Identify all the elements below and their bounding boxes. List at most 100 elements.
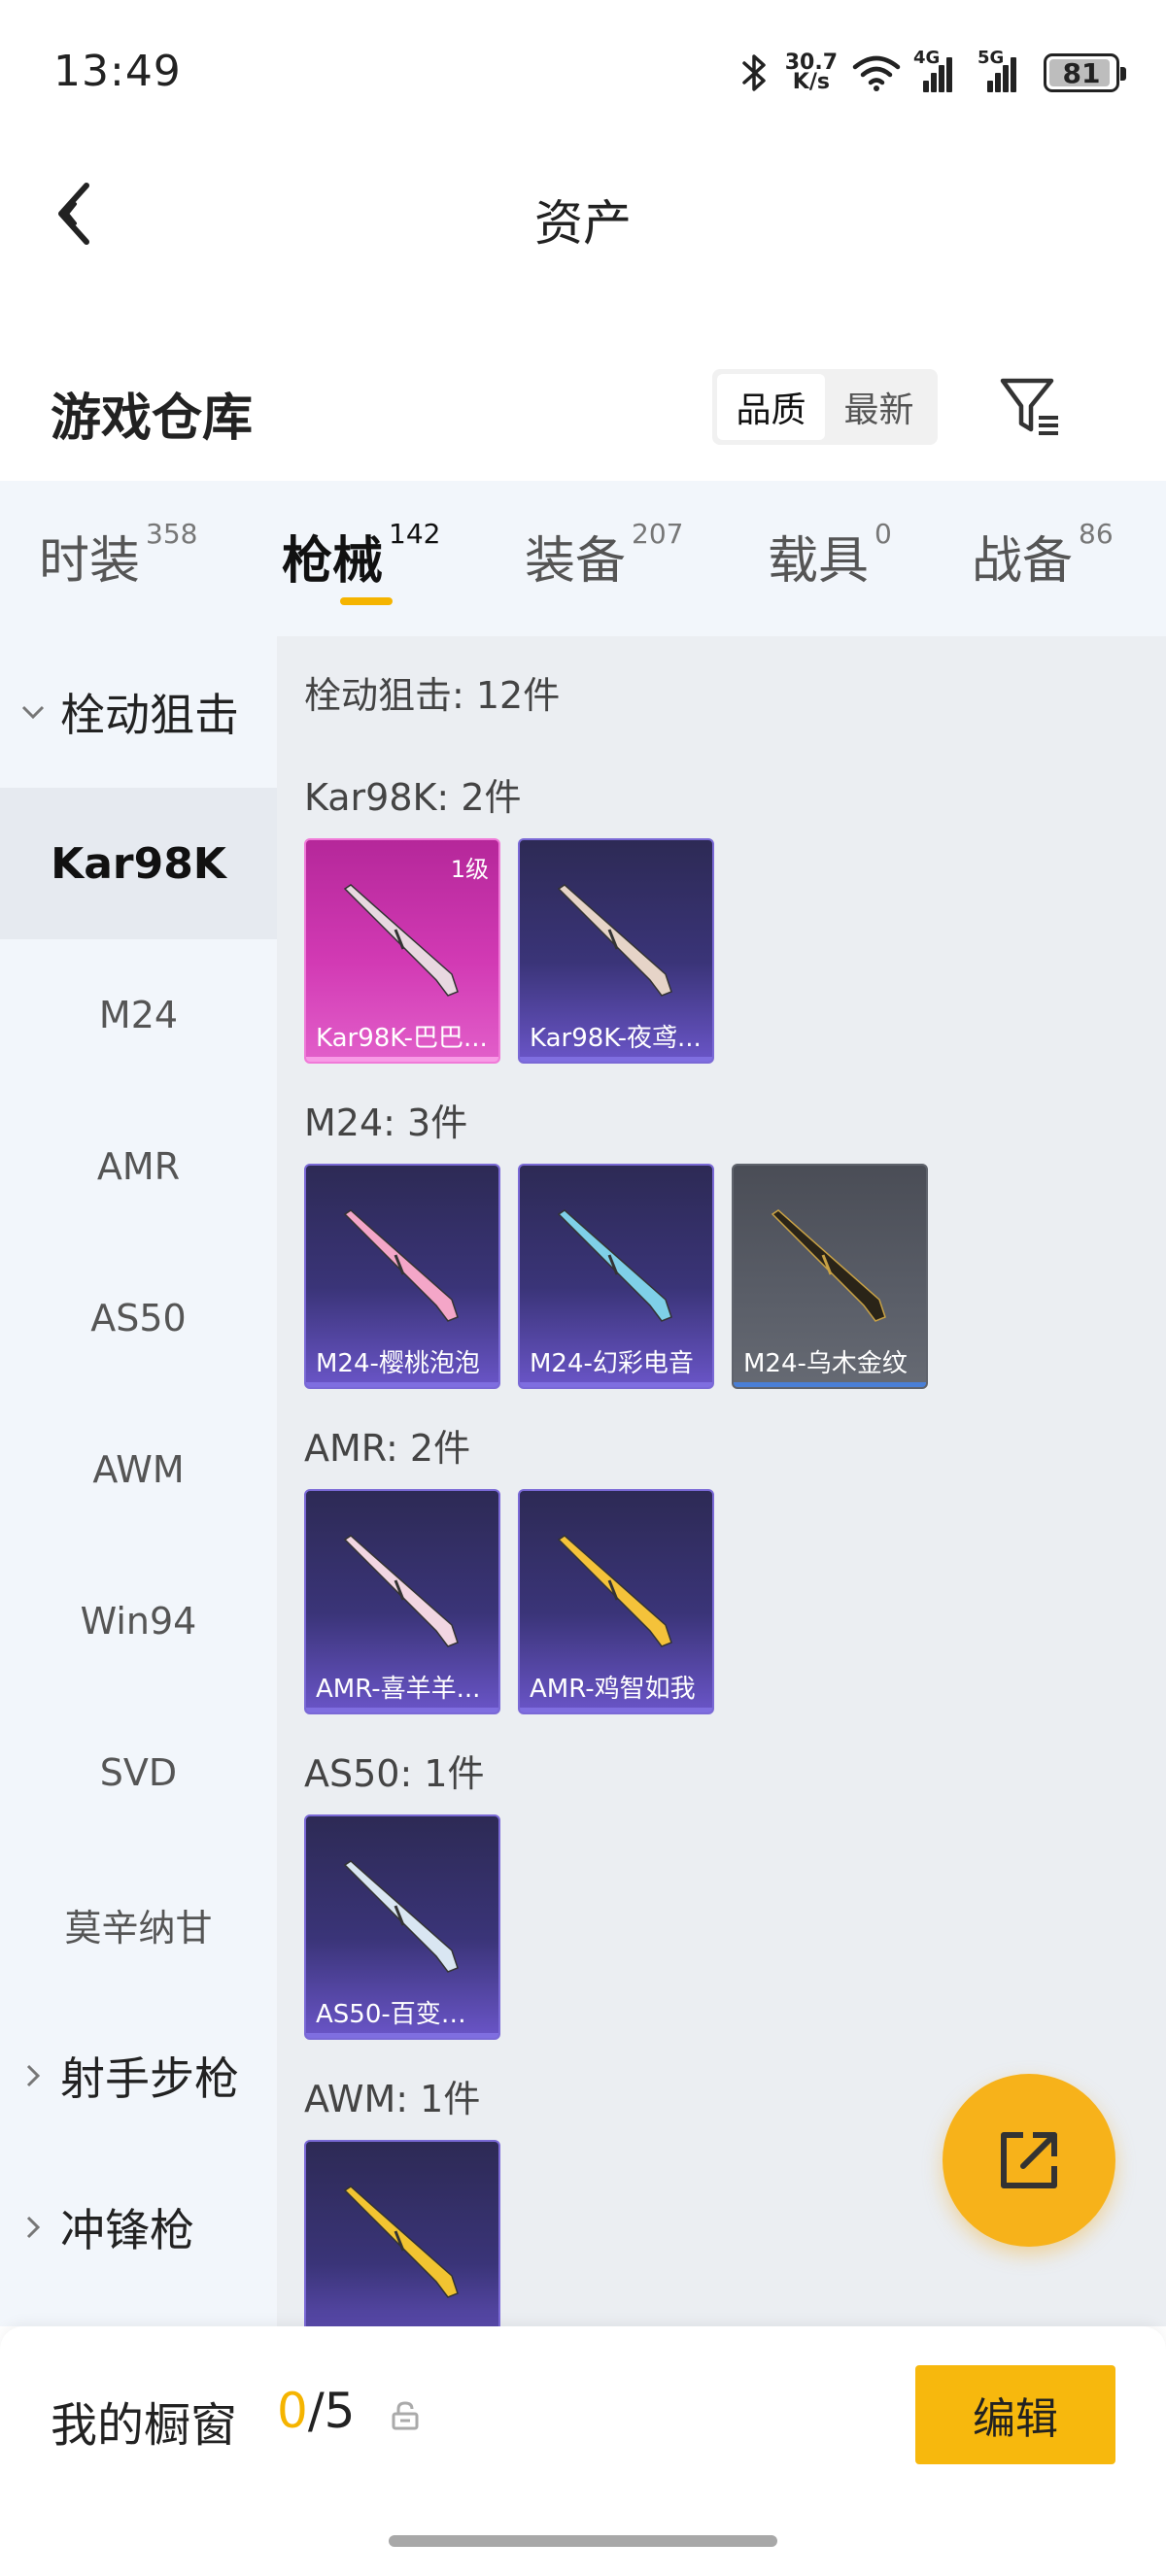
sidebar-item-kar98k[interactable]: Kar98K — [0, 788, 277, 939]
sort-quality-option[interactable]: 品质 — [717, 374, 825, 440]
battery-level: 81 — [1062, 56, 1101, 89]
section-title-awm: AWM: 1件 — [304, 2078, 481, 2120]
rifle-icon — [557, 884, 672, 997]
weapon-name: M24-幻彩电音 — [530, 1349, 694, 1378]
weapon-name: M24-乌木金纹 — [743, 1349, 908, 1378]
share-button[interactable] — [943, 2074, 1115, 2247]
page-title: 资产 — [534, 195, 632, 252]
showcase-max: 5 — [324, 2383, 356, 2439]
nav-bar: 资产 — [0, 146, 1166, 282]
weapon-card[interactable]: 1级 Kar98K-巴巴... — [304, 838, 500, 1064]
weapon-name: AS50-百变纱... — [316, 2000, 491, 2029]
section-title-amr: AMR: 2件 — [304, 1427, 471, 1470]
weapon-name: AMR-鸡智如我 — [530, 1675, 696, 1704]
sidebar-item-amr[interactable]: AMR — [0, 1091, 277, 1242]
tab-count: 0 — [874, 518, 892, 550]
sidebar-item-label: Kar98K — [51, 838, 226, 889]
showcase-current: 0 — [277, 2383, 308, 2439]
weapon-card[interactable]: M24-乌木金纹 — [732, 1164, 928, 1389]
sort-newest-option[interactable]: 最新 — [825, 374, 933, 440]
chevron-down-icon — [21, 705, 45, 720]
network-speed: 30.7 K/s — [785, 52, 838, 94]
sidebar-item-label: AWM — [92, 1448, 185, 1491]
sidebar-item-win94[interactable]: Win94 — [0, 1545, 277, 1697]
sidebar-group-label: 射手步枪 — [60, 2052, 239, 2105]
sidebar-item-label: AMR — [96, 1145, 181, 1188]
tab-equipment[interactable]: 装备 207 — [525, 518, 684, 593]
lock-icon — [392, 2401, 419, 2430]
sidebar-item-awm[interactable]: AWM — [0, 1394, 277, 1545]
weapon-name: M24-樱桃泡泡 — [316, 1349, 480, 1378]
weapon-card[interactable]: M24-幻彩电音 — [518, 1164, 714, 1389]
wifi-icon — [852, 55, 901, 91]
warehouse-header: 游戏仓库 品质 最新 — [0, 350, 1166, 466]
tab-supplies[interactable]: 战备 86 — [972, 518, 1114, 593]
home-indicator[interactable] — [389, 2535, 777, 2547]
weapon-card[interactable]: Kar98K-夜鸢... — [518, 838, 714, 1064]
active-tab-indicator — [340, 597, 393, 605]
battery-icon: 81 — [1044, 53, 1126, 92]
category-tabs: 时装 358 枪械 142 装备 207 载具 0 战备 86 — [0, 481, 1166, 636]
weapon-card[interactable]: AMR-喜羊羊... — [304, 1489, 500, 1714]
rifle-icon — [557, 1535, 672, 1647]
sidebar-group-label: 冲锋枪 — [60, 2204, 194, 2256]
weapon-card[interactable]: AMR-鸡智如我 — [518, 1489, 714, 1714]
weapon-card[interactable] — [304, 2140, 500, 2326]
sidebar-item-m24[interactable]: M24 — [0, 939, 277, 1091]
sidebar-item-svd[interactable]: SVD — [0, 1697, 277, 1848]
weapon-name: Kar98K-巴巴... — [316, 1024, 488, 1053]
sidebar-item-label: Win94 — [80, 1600, 197, 1643]
tab-vehicles[interactable]: 载具 0 — [768, 518, 892, 593]
network-speed-unit: K/s — [792, 70, 830, 94]
status-bar: 13:49 30.7 K/s 4G 5G 81 — [0, 0, 1166, 146]
edit-showcase-button[interactable]: 编辑 — [915, 2365, 1115, 2464]
chevron-right-icon — [26, 2216, 41, 2239]
sidebar-item-label: SVD — [99, 1751, 178, 1794]
weapon-card[interactable]: AS50-百变纱... — [304, 1814, 500, 2040]
status-time: 13:49 — [53, 47, 182, 96]
signal-5g-icon: 5G — [977, 48, 1030, 92]
bluetooth-icon — [741, 54, 766, 91]
rifle-icon — [343, 2186, 459, 2298]
sidebar-group-marksman[interactable]: 射手步枪 — [0, 2000, 277, 2152]
sidebar-group-bolt-action[interactable]: 栓动狙击 — [0, 636, 277, 788]
tab-count: 358 — [146, 518, 198, 550]
showcase-label: 我的橱窗 — [51, 2398, 238, 2453]
sidebar-item-mosin[interactable]: 莫辛纳甘 — [0, 1848, 277, 2000]
tab-count: 86 — [1079, 518, 1114, 550]
sidebar-group-smg[interactable]: 冲锋枪 — [0, 2152, 277, 2303]
filter-button[interactable] — [991, 367, 1069, 445]
tab-guns[interactable]: 枪械 142 — [282, 518, 440, 593]
sidebar-item-label: AS50 — [90, 1297, 187, 1339]
tab-label: 枪械 — [282, 532, 384, 591]
section-title-as50: AS50: 1件 — [304, 1752, 485, 1795]
rifle-icon — [557, 1209, 672, 1322]
sidebar-item-label: M24 — [98, 994, 179, 1036]
weapon-list[interactable]: 栓动狙击: 12件 Kar98K: 2件 1级 Kar98K-巴巴... Kar… — [277, 636, 1166, 2326]
tab-label: 时装 — [39, 532, 141, 591]
section-title-m24: M24: 3件 — [304, 1102, 468, 1144]
tab-fashion[interactable]: 时装 358 — [39, 518, 198, 593]
weapon-category-sidebar: 栓动狙击 Kar98K M24 AMR AS50 AWM Win94 SVD 莫… — [0, 636, 277, 2326]
tab-label: 战备 — [972, 532, 1074, 591]
sidebar-item-as50[interactable]: AS50 — [0, 1242, 277, 1394]
rifle-icon — [771, 1209, 886, 1322]
weapon-card[interactable]: M24-樱桃泡泡 — [304, 1164, 500, 1389]
sidebar-item-label: 莫辛纳甘 — [64, 1906, 213, 1949]
rifle-icon — [343, 1860, 459, 1973]
sidebar-group-label: 栓动狙击 — [60, 689, 239, 741]
signal-5g-label: 5G — [977, 48, 1005, 68]
status-icons: 30.7 K/s 4G 5G 81 — [738, 47, 1126, 99]
tab-label: 载具 — [768, 532, 870, 591]
category-summary: 栓动狙击: 12件 — [304, 674, 561, 717]
sort-toggle: 品质 最新 — [712, 369, 938, 445]
share-icon — [1001, 2132, 1057, 2188]
showcase-separator: / — [307, 2383, 325, 2439]
showcase-count: 0/5 — [277, 2383, 355, 2439]
tab-label: 装备 — [525, 532, 627, 591]
weapon-name: Kar98K-夜鸢... — [530, 1024, 702, 1053]
signal-4g-icon: 4G — [913, 48, 966, 92]
filter-icon — [1000, 378, 1058, 435]
tab-count: 207 — [632, 518, 684, 550]
section-title-kar98k: Kar98K: 2件 — [304, 776, 522, 819]
